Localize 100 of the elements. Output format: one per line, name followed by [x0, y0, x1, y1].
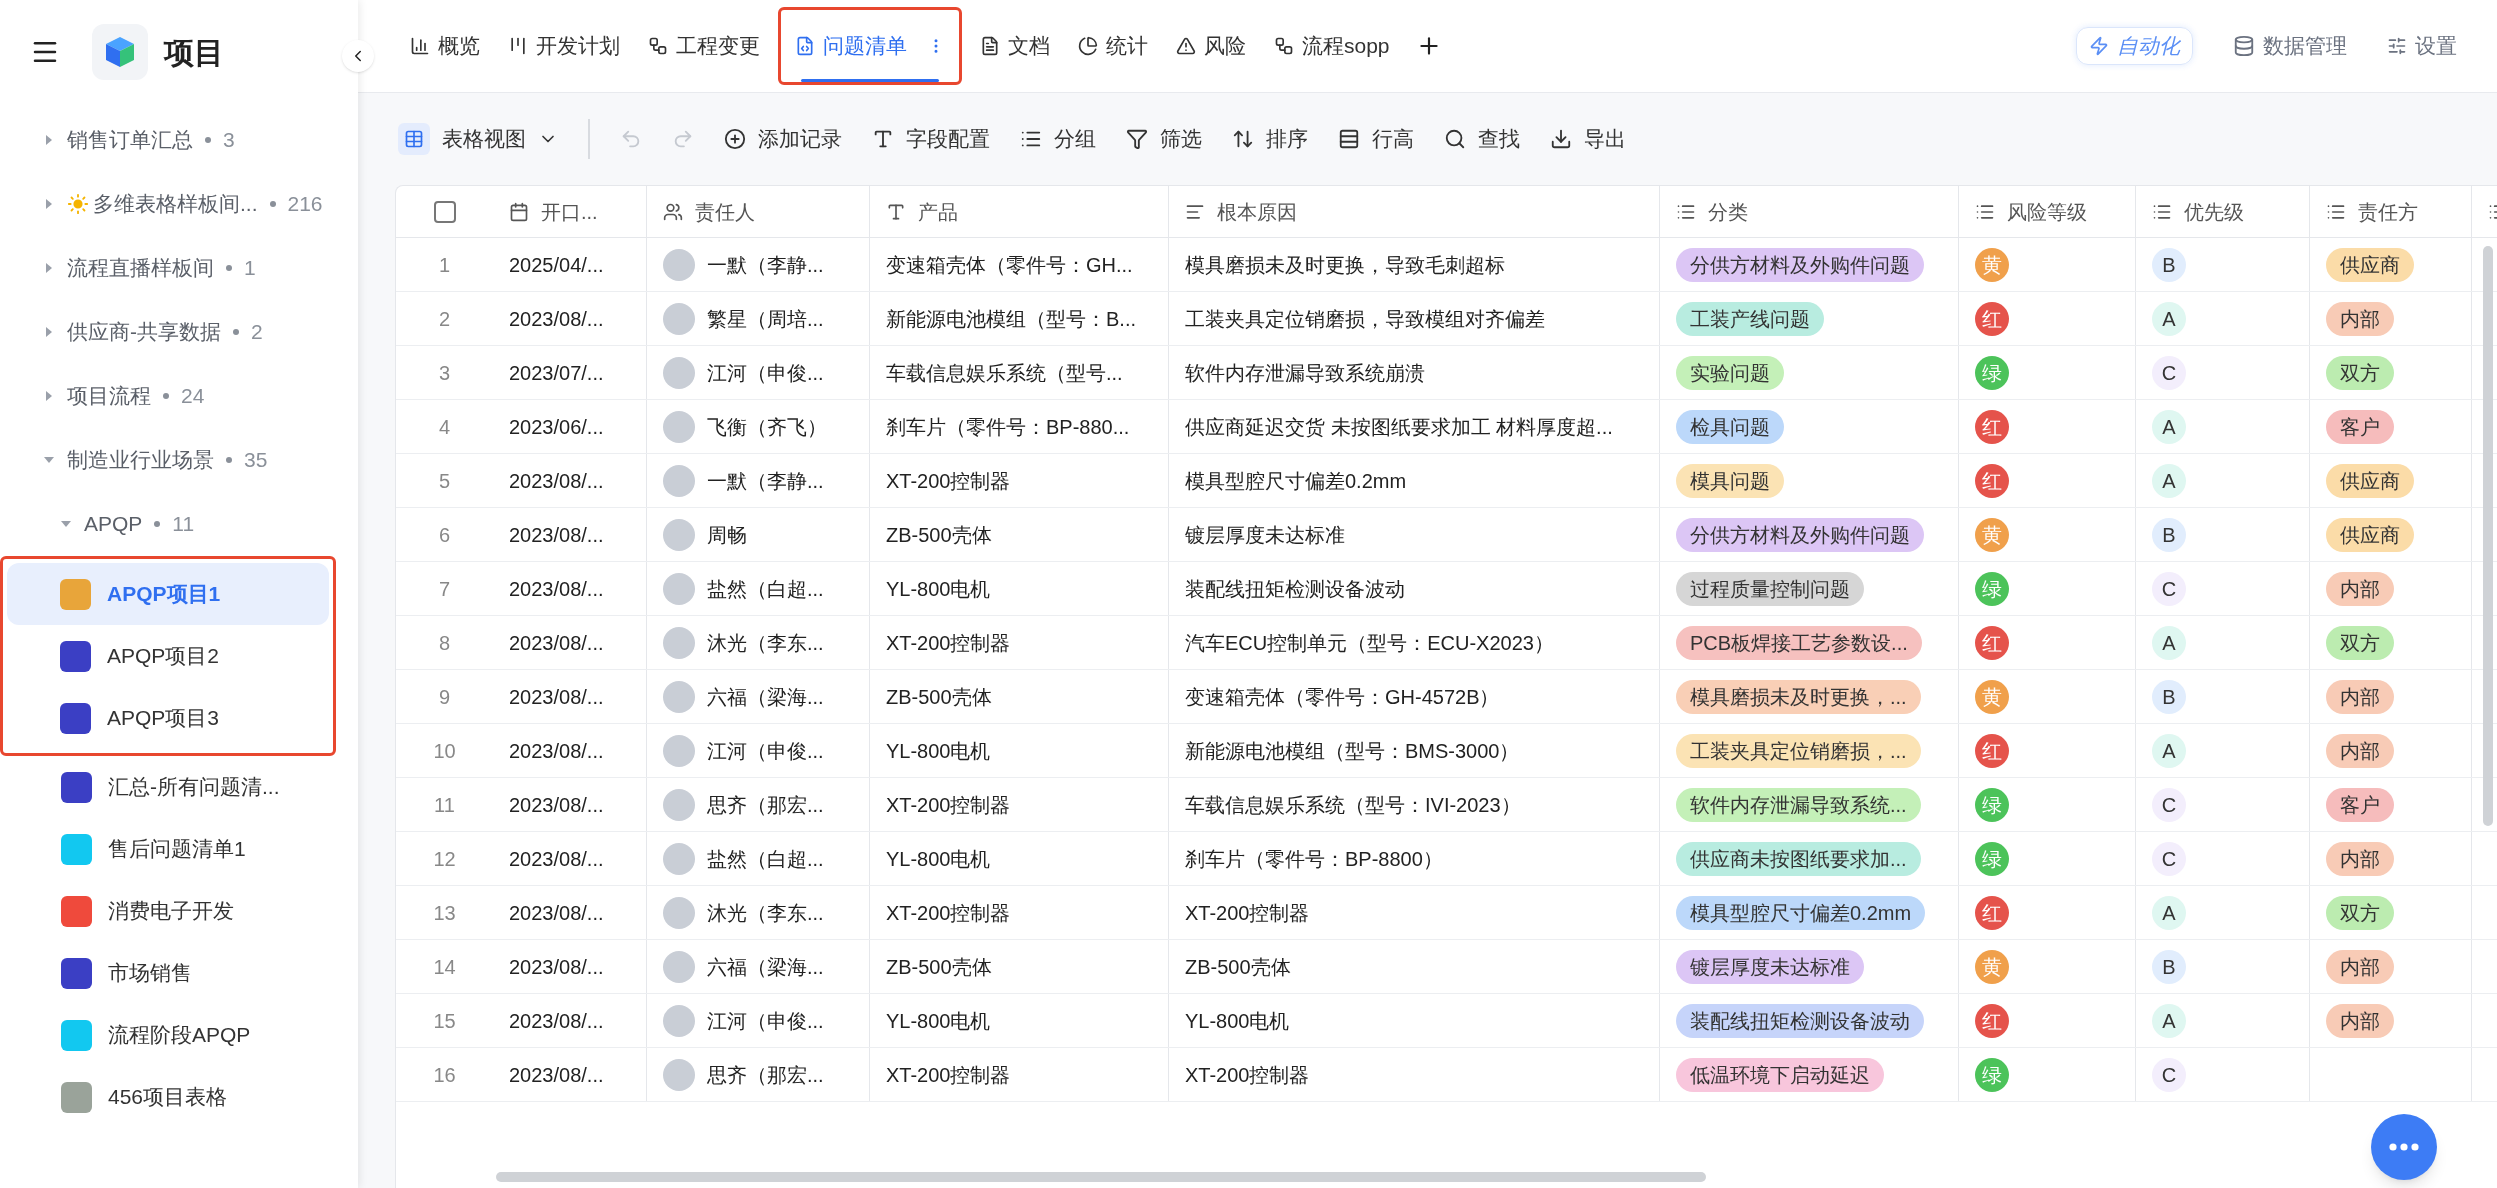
item-label: 消费电子开发	[108, 898, 234, 925]
column-label: 产品	[918, 199, 958, 225]
avatar	[663, 1058, 695, 1091]
folder-item[interactable]: 销售订单汇总 3	[8, 108, 338, 172]
data-management-button[interactable]: 数据管理	[2233, 30, 2347, 62]
item-count: 24	[181, 383, 205, 410]
view-selector[interactable]: 表格视图	[398, 123, 558, 155]
column-header[interactable]: 责任方	[2310, 186, 2472, 237]
tag: 红	[1975, 301, 2009, 336]
avatar	[663, 734, 695, 767]
toolbar-button[interactable]: 添加记录	[724, 123, 842, 155]
table-cell-text: YL-800电机	[886, 846, 991, 872]
table-cell-text: 江河（申俊...	[707, 738, 824, 764]
tag: 模具型腔尺寸偏差0.2mm	[1676, 895, 1926, 930]
folder-item[interactable]: 流程直播样板间 1	[8, 236, 338, 300]
item-count: 35	[244, 447, 268, 474]
sidebar-item[interactable]: 456项目表格	[8, 1066, 338, 1128]
collapse-button[interactable]	[342, 40, 374, 72]
tab[interactable]: 统计	[1068, 16, 1158, 76]
folder-item[interactable]: 多维表格样板间... 216	[8, 172, 338, 236]
tag: 绿	[1975, 355, 2009, 390]
avatar	[663, 572, 695, 605]
item-count: 1	[244, 255, 256, 282]
toolbar-button[interactable]: 分组	[1020, 123, 1096, 155]
tab[interactable]: 风险	[1166, 16, 1256, 76]
tag: 双方	[2326, 625, 2394, 660]
vertical-scrollbar[interactable]	[2483, 246, 2493, 826]
column-header[interactable]: 分类	[1660, 186, 1959, 237]
calendar-icon	[509, 201, 529, 222]
table-cell-text: 江河（申俊...	[707, 1008, 824, 1034]
column-header[interactable]: 风险等级	[1959, 186, 2136, 237]
row-number: 12	[433, 846, 456, 872]
tag: 内部	[2326, 733, 2394, 768]
column-header[interactable]: 根本原因	[1169, 186, 1660, 237]
tag: 实验问题	[1676, 355, 1784, 390]
toolbar-button[interactable]: 查找	[1444, 123, 1520, 155]
toolbar-button[interactable]: 字段配置	[872, 123, 990, 155]
horizontal-scrollbar[interactable]	[496, 1172, 1706, 1182]
column-header[interactable]: 产品	[870, 186, 1169, 237]
folder-item[interactable]: 制造业行业场景 35	[8, 428, 338, 492]
table-cell-text: 繁星（周培...	[707, 306, 824, 332]
row-number: 10	[433, 738, 456, 764]
tag: 红	[1975, 625, 2009, 660]
toolbar-button[interactable]: 行高	[1338, 123, 1414, 155]
tab[interactable]: 工程变更	[638, 16, 770, 76]
folder-label: 项目流程	[67, 383, 151, 410]
sidebar-item[interactable]: APQP项目2	[7, 625, 329, 687]
column-header[interactable]: 开口...	[493, 186, 647, 237]
tag: 黄	[1975, 949, 2009, 984]
folder-item[interactable]: 项目流程 24	[8, 364, 338, 428]
avatar	[663, 356, 695, 389]
chart-icon	[410, 36, 430, 56]
tab[interactable]: 文档	[970, 16, 1060, 76]
toolbar-button[interactable]: 筛选	[1126, 123, 1202, 155]
item-label: 456项目表格	[108, 1084, 228, 1111]
folder-item[interactable]: 供应商-共享数据 2	[8, 300, 338, 364]
tag: 黄	[1975, 679, 2009, 714]
sidebar-item[interactable]: APQP项目1	[7, 563, 329, 625]
tag: C	[2152, 1057, 2186, 1092]
tag: 镀层厚度未达标准	[1676, 949, 1864, 984]
tag: 供应商	[2326, 517, 2414, 552]
select-all-checkbox[interactable]	[433, 200, 456, 223]
tab[interactable]: 开发计划	[498, 16, 630, 76]
sidebar-item[interactable]: 售后问题清单1	[8, 818, 338, 880]
table-cell-text: 飞衡（齐飞）	[707, 414, 827, 440]
folder-label: 制造业行业场景	[67, 447, 214, 474]
sidebar-item[interactable]: 市场销售	[8, 942, 338, 1004]
kanban-icon	[508, 36, 528, 56]
column-header[interactable]: 责任人	[647, 186, 870, 237]
tag: 装配线扭矩检测设备波动	[1676, 1003, 1924, 1038]
tag: 供应商	[2326, 247, 2414, 282]
sidebar-item[interactable]: 消费电子开发	[8, 880, 338, 942]
sidebar-item[interactable]: 汇总-所有问题清...	[8, 756, 338, 818]
sidebar-item[interactable]: APQP项目3	[7, 687, 329, 749]
item-label: APQP项目3	[107, 705, 220, 732]
tag: 黄	[1975, 247, 2009, 282]
table-icon	[404, 129, 424, 149]
toolbar-button[interactable]: 导出	[1550, 123, 1626, 155]
tab[interactable]: 问题清单	[785, 16, 955, 76]
tab[interactable]: 概览	[400, 16, 490, 76]
settings-button[interactable]: 设置	[2387, 30, 2457, 62]
table-cell-text: 一默（李静...	[707, 252, 824, 278]
avatar	[663, 464, 695, 497]
people-icon	[663, 201, 683, 222]
toolbar-button[interactable]: 排序	[1232, 123, 1308, 155]
column-header[interactable]: 优先级	[2136, 186, 2310, 237]
more-actions-button[interactable]	[2371, 1114, 2437, 1180]
tab[interactable]: 流程sopp	[1264, 16, 1400, 76]
table-cell-text: 2023/08/...	[509, 468, 604, 494]
table-cell-text: 2023/07/...	[509, 360, 604, 386]
folder-item[interactable]: APQP 11	[8, 492, 338, 556]
table-cell-text: XT-200控制器	[886, 900, 1011, 926]
table-cell-text: ZB-500壳体	[1185, 954, 1291, 980]
tag: 内部	[2326, 949, 2394, 984]
table-cell-text: 新能源电池模组（型号：BMS-3000）	[1185, 738, 1520, 764]
table-cell-text: 沐光（李东...	[707, 630, 824, 656]
column-label: 根本原因	[1217, 199, 1297, 225]
folder-label: APQP	[84, 511, 143, 538]
sidebar-item[interactable]: 流程阶段APQP	[8, 1004, 338, 1066]
column-label: 分类	[1708, 199, 1748, 225]
